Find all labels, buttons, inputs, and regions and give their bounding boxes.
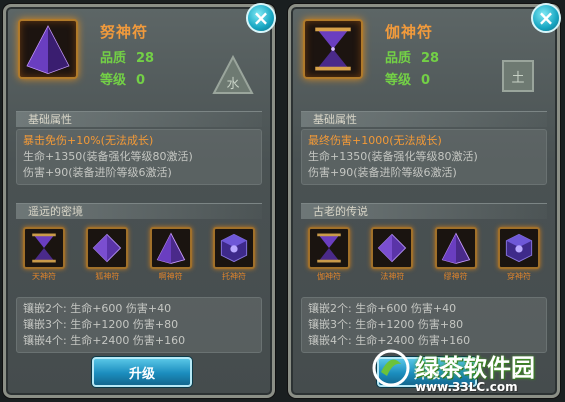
pyramid-rune-icon [18, 19, 78, 79]
hourglass-rune-icon [23, 227, 65, 269]
watermark: 绿茶软件园 www.33LC.com [371, 348, 561, 398]
quality-row: 品质 28 [100, 47, 154, 66]
level-value: 0 [136, 73, 146, 88]
hourglass-rune-icon [308, 227, 350, 269]
inlay-line-1: 镶嵌2个: 生命+600 伤害+40 [23, 302, 172, 315]
base-attributes-box: 暴击免伤+10%(无法成长) 生命+1350(装备强化等级80激活) 伤害+90… [16, 129, 262, 185]
set-rune-label: 啊神符 [158, 272, 183, 281]
set-rune-label: 托神符 [221, 272, 246, 281]
set-title: 古老的传说 [301, 203, 547, 219]
hourglass-rune-icon [303, 19, 363, 79]
set-rune[interactable]: 啊神符 [147, 227, 195, 291]
quality-row: 品质 28 [385, 47, 439, 66]
inlay-line-1: 镶嵌2个: 生命+600 伤害+40 [308, 302, 457, 315]
cube-rune-icon [497, 227, 540, 269]
set-runes-row: 天神符 狐神符 啊神符 托神符 [20, 227, 258, 291]
set-rune[interactable]: 狐神符 [83, 227, 131, 291]
watermark-url: www.33LC.com [415, 380, 518, 394]
set-rune-label: 法神符 [380, 272, 405, 281]
inlay-bonus-box: 镶嵌2个: 生命+600 伤害+40 镶嵌3个: 生命+1200 伤害+80 镶… [16, 297, 262, 353]
rune-name: 伽神符 [385, 23, 434, 41]
rune-header: 伽神符 品质 28 等级 0 土 [299, 15, 549, 105]
base-attributes-box: 最终伤害+1000(无法成长) 生命+1350(装备强化等级80激活) 伤害+9… [301, 129, 547, 185]
level-row: 等级 0 [100, 69, 145, 88]
set-title: 遥远的密境 [16, 203, 262, 219]
inlay-line-3: 镶嵌4个: 生命+2400 伤害+160 [308, 334, 471, 347]
base-line-3: 伤害+90(装备进阶等级6激活) [23, 166, 172, 179]
pyramid-rune-icon [434, 227, 477, 269]
base-attributes-title: 基础属性 [16, 111, 262, 127]
quality-label: 品质 [385, 51, 412, 66]
element-glyph: 水 [226, 77, 239, 92]
set-rune-label: 天神符 [32, 272, 56, 281]
base-line-2: 生命+1350(装备强化等级80激活) [308, 150, 478, 163]
rune-header: 努神符 品质 28 等级 0 水 [14, 15, 264, 105]
set-rune-label: 穿神符 [506, 272, 531, 281]
element-glyph: 土 [511, 71, 524, 86]
quality-label: 品质 [100, 51, 127, 66]
base-line-3: 伤害+90(装备进阶等级6激活) [308, 166, 457, 179]
cube-rune-icon [212, 227, 255, 269]
water-element-icon: 水 [212, 54, 254, 97]
set-runes-row: 伽神符 法神符 缪神符 穿神符 [305, 227, 543, 291]
inlay-line-3: 镶嵌4个: 生命+2400 伤害+160 [23, 334, 186, 347]
diamond-rune-icon [371, 227, 414, 269]
rune-name: 努神符 [100, 23, 149, 41]
base-line-1: 暴击免伤+10%(无法成长) [23, 134, 154, 147]
level-label: 等级 [100, 73, 127, 88]
level-label: 等级 [385, 73, 412, 88]
quality-value: 28 [136, 51, 155, 66]
upgrade-button[interactable]: 升级 [92, 357, 192, 387]
set-rune[interactable]: 伽神符 [305, 227, 353, 291]
pyramid-rune-icon [149, 227, 192, 269]
set-rune[interactable]: 托神符 [210, 227, 258, 291]
rune-panel-right: × 伽神符 品质 28 等级 0 土 基础属性 最终伤害+1000(无法成长) 生命… [288, 3, 561, 398]
rune-panel-left: × 努神符 品质 28 等级 0 水 基础属性 暴击免伤+10%(无法成长) 生命+… [3, 3, 276, 398]
watermark-logo-icon [371, 348, 411, 388]
level-row: 等级 0 [385, 69, 430, 88]
set-rune[interactable]: 天神符 [20, 227, 68, 291]
diamond-rune-icon [86, 227, 129, 269]
set-rune[interactable]: 穿神符 [495, 227, 543, 291]
inlay-bonus-box: 镶嵌2个: 生命+600 伤害+40 镶嵌3个: 生命+1200 伤害+80 镶… [301, 297, 547, 353]
set-rune-label: 伽神符 [317, 272, 341, 281]
set-rune-label: 狐神符 [95, 272, 120, 281]
quality-value: 28 [421, 51, 440, 66]
watermark-text: 绿茶软件园 [415, 354, 535, 382]
inlay-line-2: 镶嵌3个: 生命+1200 伤害+80 [308, 318, 464, 331]
inlay-line-2: 镶嵌3个: 生命+1200 伤害+80 [23, 318, 179, 331]
base-line-2: 生命+1350(装备强化等级80激活) [23, 150, 193, 163]
base-line-1: 最终伤害+1000(无法成长) [308, 134, 442, 147]
set-rune[interactable]: 缪神符 [432, 227, 480, 291]
set-rune-label: 缪神符 [443, 272, 468, 281]
level-value: 0 [421, 73, 431, 88]
base-attributes-title: 基础属性 [301, 111, 547, 127]
earth-element-icon: 土 [497, 55, 539, 97]
set-rune[interactable]: 法神符 [368, 227, 416, 291]
